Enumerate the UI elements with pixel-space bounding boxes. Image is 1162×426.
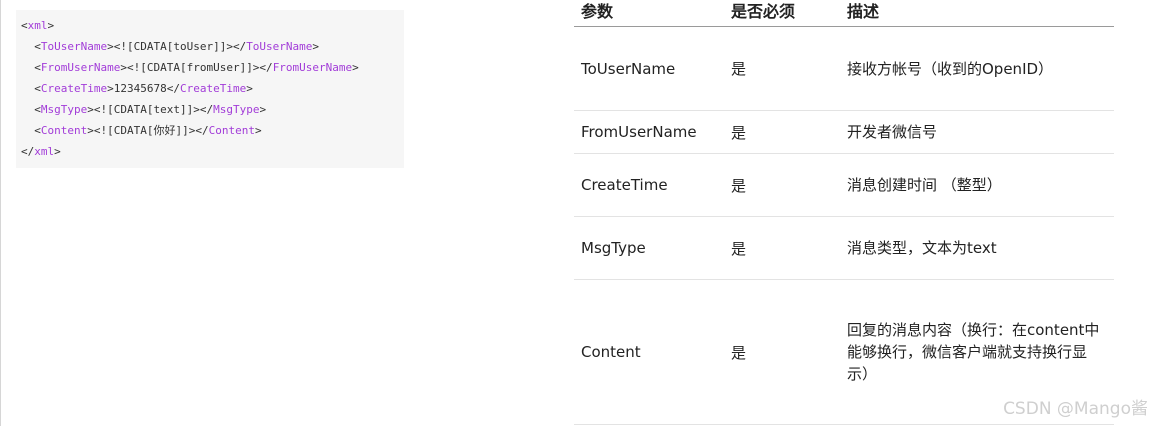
xml-tag: FromUserName	[40, 61, 121, 74]
left-border	[0, 0, 1, 426]
cell-param: FromUserName	[581, 123, 697, 141]
xml-tag: MsgType	[40, 103, 88, 116]
cell-description: 接收方帐号（收到的OpenID）	[847, 59, 1054, 78]
cell-description: 开发者微信号	[847, 123, 938, 141]
xml-tag: xml	[34, 145, 55, 158]
xml-tag: ToUserName	[40, 40, 108, 53]
code-line: <CreateTime>12345678</CreateTime>	[34, 82, 253, 95]
xml-tag: ToUserName	[246, 40, 313, 53]
cell-required: 是	[731, 60, 747, 78]
row-divider	[574, 424, 1114, 425]
code-line: <FromUserName><![CDATA[fromUser]]></From…	[34, 61, 359, 74]
header-description: 描述	[847, 2, 880, 21]
xml-tag: FromUserName	[272, 61, 353, 74]
cell-param: ToUserName	[581, 59, 676, 78]
code-line: <xml>	[21, 19, 55, 32]
header-param: 参数	[581, 2, 614, 21]
cell-required: 是	[731, 123, 747, 142]
code-line: <ToUserName><![CDATA[toUser]]></ToUserNa…	[34, 40, 320, 53]
xml-code-block: <xml> <ToUserName><![CDATA[toUser]]></To…	[16, 10, 404, 168]
cell-required: 是	[731, 343, 747, 362]
xml-tag: CreateTime	[179, 82, 247, 95]
cell-param: MsgType	[581, 239, 646, 257]
header-required: 是否必须	[731, 2, 796, 21]
xml-tag: CreateTime	[40, 82, 108, 95]
cell-required: 是	[731, 176, 747, 195]
xml-tag: xml	[27, 19, 48, 32]
xml-tag: MsgType	[213, 103, 260, 116]
cell-param: CreateTime	[581, 176, 668, 194]
cell-param: Content	[581, 343, 641, 361]
xml-tag: Content	[40, 124, 88, 137]
code-line: <Content><![CDATA[你好]]></Content>	[34, 124, 262, 137]
cell-description: 消息创建时间 （整型）	[847, 176, 1002, 194]
xml-tag: Content	[208, 124, 255, 137]
csdn-watermark: CSDN @Mango酱	[1003, 399, 1148, 419]
code-line: </xml>	[21, 145, 61, 158]
code-line: <MsgType><![CDATA[text]]></MsgType>	[34, 103, 267, 116]
params-table: 参数 是否必须 描述 ToUserName 是 接收方帐号（收到的OpenID）…	[574, 0, 1114, 426]
cell-required: 是	[731, 239, 747, 258]
cell-description: 消息类型，文本为text	[847, 239, 997, 257]
